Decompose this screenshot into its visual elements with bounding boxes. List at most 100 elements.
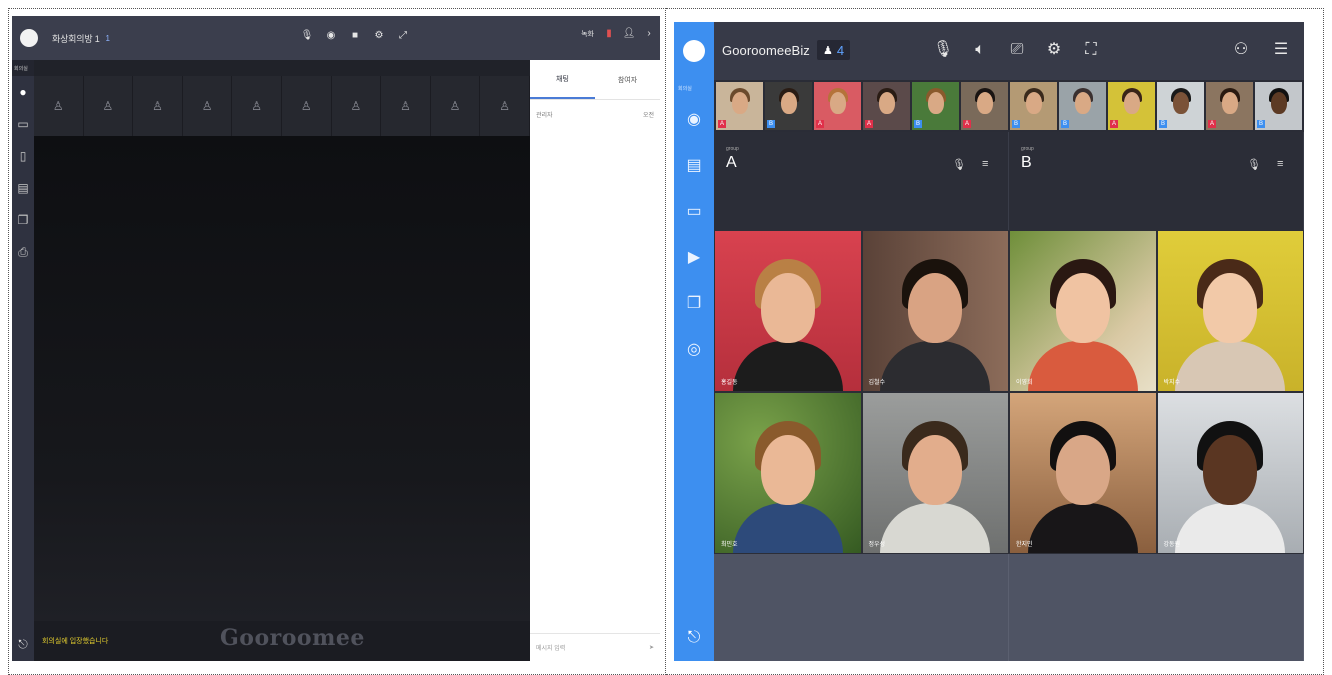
sidebar-item-files[interactable]: ❐ [674, 280, 714, 326]
empty-group-area-a [714, 554, 1009, 661]
participant-thumbnail[interactable]: A [961, 82, 1008, 130]
settings-icon[interactable]: ⚙︎ [1045, 40, 1063, 60]
menu-icon[interactable]: ☰ [1272, 40, 1290, 60]
group-a-header[interactable]: group A 🎙︎ ≡ [714, 132, 1009, 230]
status-message: 회의실에 입장했습니다 [42, 638, 109, 645]
video-strip-header [34, 60, 530, 76]
tab-participants[interactable]: 참여자 [595, 60, 660, 99]
microphone-icon[interactable]: 🎙︎ [301, 30, 314, 42]
app-logo[interactable] [20, 29, 38, 47]
sidebar-item-document[interactable]: ▯ [12, 140, 34, 172]
right-sidebar: 회의실 ◉ ▤ ▭ ▶ ❐ ◎ ⎋ [674, 80, 714, 661]
video-tile[interactable]: 박지수 [1156, 230, 1304, 392]
right-app-window: GooroomeeBiz ♟ 4 🎙︎ 🔈︎ ⎚ ⚙︎ ⛶ ⚇ ☰ 회의실 ◉ … [674, 22, 1304, 661]
panel-toggle-icon[interactable]: › [644, 28, 654, 40]
participant-thumbnail[interactable]: B [1010, 82, 1057, 130]
participant-thumbnail[interactable]: A [716, 82, 763, 130]
video-tile[interactable]: 정우성 [861, 392, 1009, 554]
participant-thumbnail[interactable]: B [912, 82, 959, 130]
participant-thumbnail[interactable]: A [814, 82, 861, 130]
chat-sender: 관리자 [536, 113, 553, 119]
exit-icon: ⎋ [18, 636, 28, 651]
participant-name: 최민호 [721, 542, 738, 548]
sidebar-item-files[interactable]: ❐ [12, 204, 34, 236]
participant-thumbnail[interactable]: B [1059, 82, 1106, 130]
sidebar-item-participants[interactable]: ● [12, 76, 34, 108]
empty-video-slot[interactable]: ♙ [34, 76, 84, 136]
camera-icon[interactable]: ■ [350, 30, 360, 42]
video-tile[interactable]: 한지민 [1009, 392, 1157, 554]
monitor-icon: ▭ [17, 117, 29, 131]
sidebar-item-participants[interactable]: ◉ [674, 96, 714, 142]
microphone-icon[interactable]: 🎙︎ [933, 40, 953, 60]
brand-watermark: Gooroomee [220, 625, 365, 651]
video-tile[interactable]: 최민호 [714, 392, 862, 554]
sidebar-item-screen[interactable]: ▭ [12, 108, 34, 140]
sidebar-item-document[interactable]: ▤ [674, 142, 714, 188]
participant-thumbnail[interactable]: B [1157, 82, 1204, 130]
video-tile[interactable]: 김철수 [861, 230, 1009, 392]
group-badge: A [963, 120, 971, 128]
participant-thumbnail[interactable]: B [1255, 82, 1302, 130]
empty-video-slot[interactable]: ♙ [183, 76, 233, 136]
speaker-icon[interactable]: ◉ [326, 30, 336, 42]
participant-name: 박지수 [1163, 380, 1181, 386]
exit-button[interactable]: ⎋ [12, 633, 34, 655]
invite-user-icon[interactable]: 👤︎ [623, 28, 636, 40]
video-tile[interactable]: 강동원 [1156, 392, 1304, 554]
empty-group-area-b [1009, 554, 1304, 661]
participant-count: 4 [836, 42, 845, 58]
microphone-icon[interactable]: 🎙︎ [952, 158, 966, 171]
group-b-header[interactable]: group B 🎙︎ ≡ [1009, 132, 1304, 230]
participant-thumbnail[interactable]: A [1108, 82, 1155, 130]
video-tile[interactable]: 이영희 [1009, 230, 1157, 392]
chat-input[interactable]: 메시지 입력 [536, 643, 565, 652]
sidebar-item-whiteboard[interactable]: ▤ [12, 172, 34, 204]
participant-name: 김철수 [868, 380, 886, 386]
sidebar-item-screen[interactable]: ▭ [674, 188, 714, 234]
record-icon: ◎ [687, 341, 701, 358]
app-logo[interactable] [683, 40, 705, 62]
person-placeholder-icon: ♙ [102, 99, 114, 113]
empty-video-slot[interactable]: ♙ [232, 76, 282, 136]
exit-icon: ⎋ [687, 629, 701, 646]
left-top-bar: 화상회의방 1 1 🎙︎ ◉ ■ ⚙︎ ⤢ 녹화 ▮ 👤︎ › [12, 16, 660, 60]
empty-video-slot[interactable]: ♙ [480, 76, 530, 136]
sidebar-item-record[interactable]: ◎ [674, 326, 714, 372]
camera-icon[interactable]: ⎚ [1008, 40, 1026, 60]
empty-video-slot[interactable]: ♙ [381, 76, 431, 136]
empty-video-slot[interactable]: ♙ [84, 76, 134, 136]
tab-chat[interactable]: 채팅 [530, 60, 595, 99]
group-menu-icon[interactable]: ≡ [982, 158, 988, 170]
settings-icon[interactable]: ⚙︎ [374, 30, 384, 42]
empty-video-slot[interactable]: ♙ [133, 76, 183, 136]
fullscreen-icon[interactable]: ⤢ [398, 30, 408, 42]
participant-name: 강동원 [1163, 542, 1181, 548]
empty-video-slot[interactable]: ♙ [431, 76, 481, 136]
group-badge: B [914, 120, 922, 128]
participant-thumbnail[interactable]: A [863, 82, 910, 130]
chat-input-bar[interactable]: 메시지 입력 ➤ [530, 633, 660, 661]
exit-button[interactable]: ⎋ [674, 623, 714, 653]
sidebar-item-share[interactable]: ⎙ [12, 236, 34, 268]
add-user-icon[interactable]: ⚇ [1232, 40, 1250, 60]
video-tile[interactable]: 홍길동 [714, 230, 862, 392]
participant-name: 홍길동 [721, 380, 738, 386]
chat-tabs: 채팅 참여자 [530, 60, 660, 100]
fullscreen-icon[interactable]: ⛶ [1082, 40, 1100, 60]
group-menu-icon[interactable]: ≡ [1277, 158, 1283, 170]
participant-thumbnail[interactable]: B [765, 82, 812, 130]
participant-thumbnail[interactable]: A [1206, 82, 1253, 130]
microphone-icon[interactable]: 🎙︎ [1247, 158, 1261, 171]
speaker-icon[interactable]: 🔈︎ [971, 40, 989, 60]
header-actions: 녹화 ▮ 👤︎ › [581, 28, 654, 40]
record-button[interactable]: 녹화 [581, 28, 594, 40]
room-title: GooroomeeBiz [722, 43, 810, 58]
participant-count-badge: ♟ 4 [817, 40, 851, 60]
empty-video-slot[interactable]: ♙ [282, 76, 332, 136]
send-icon[interactable]: ➤ [649, 644, 654, 651]
sidebar-item-video[interactable]: ▶ [674, 234, 714, 280]
empty-video-slot[interactable]: ♙ [332, 76, 382, 136]
chat-message: 관리자 오전 [530, 100, 660, 129]
video-grid: 홍길동 김철수 이영희 박지수 최민호 정우성 한지민 강동원 [714, 230, 1304, 554]
